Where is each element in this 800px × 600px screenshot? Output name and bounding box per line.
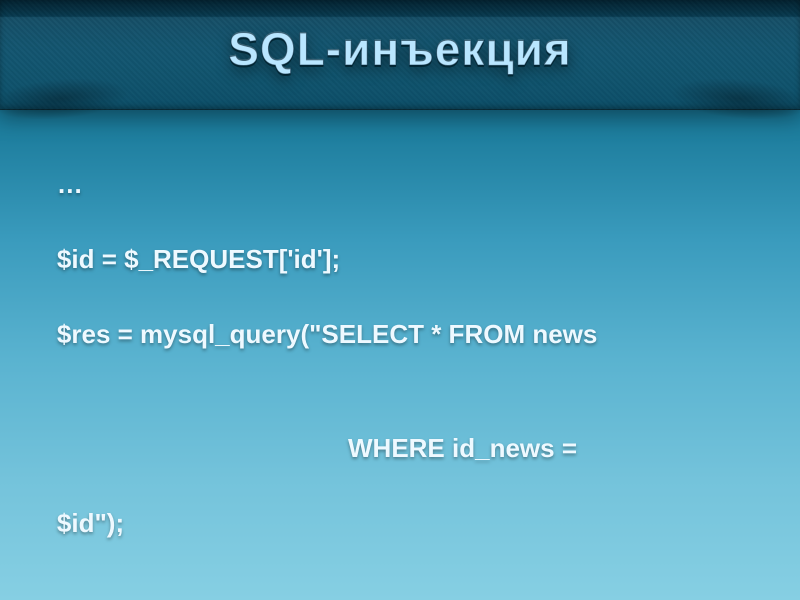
php-code-block: … $id = $_REQUEST['id']; $res = mysql_qu… xyxy=(28,128,772,600)
code-line-query-open: $res = mysql_query("SELECT * FROM news xyxy=(57,319,597,349)
slide-body: … $id = $_REQUEST['id']; $res = mysql_qu… xyxy=(0,110,800,600)
code-line-ellipsis-top: … xyxy=(57,169,83,199)
slide-title: SQL-инъекция xyxy=(0,22,800,76)
code-line-ellipsis-bottom: … xyxy=(57,583,83,600)
code-line-where-part1: WHERE id_news = xyxy=(28,430,772,468)
code-line-id-assign: $id = $_REQUEST['id']; xyxy=(57,244,340,274)
code-line-where-part2: $id"); xyxy=(57,508,124,538)
slide-header: SQL-инъекция xyxy=(0,0,800,110)
